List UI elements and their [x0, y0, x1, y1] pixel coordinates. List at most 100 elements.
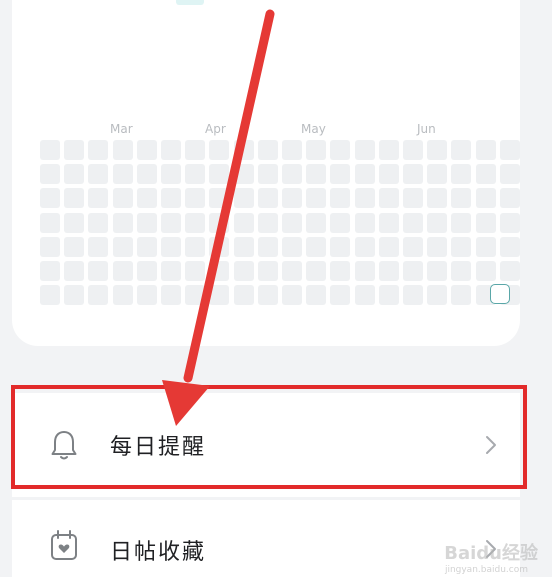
- heatmap-day-cell: [40, 285, 60, 306]
- heatmap-day-cell: [354, 261, 375, 281]
- heatmap-day-cell: [88, 188, 109, 209]
- heatmap-day-cell: [209, 140, 230, 160]
- heatmap-day-cell: [378, 140, 399, 160]
- heatmap-day-cell: [233, 140, 254, 160]
- heatmap-day-cell: [306, 261, 327, 281]
- heatmap-day-cell: [451, 140, 472, 160]
- heatmap-day-cell: [257, 212, 278, 233]
- month-label-apr: Apr: [205, 122, 226, 136]
- heatmap-day-cell: [451, 164, 472, 185]
- heatmap-day-cell: [451, 236, 472, 257]
- heatmap-day-cell: [64, 164, 85, 185]
- heatmap-day-cell: [257, 261, 278, 281]
- heatmap-day-cell: [112, 261, 133, 281]
- heatmap-day-cell: [161, 188, 181, 209]
- heatmap-day-cell: [330, 140, 351, 160]
- heatmap-day-cell: [64, 236, 85, 257]
- heatmap-day-cell: [209, 285, 230, 306]
- heatmap-day-cell: [136, 285, 157, 306]
- heatmap-day-cell: [306, 236, 327, 257]
- saved-posts-label: 日帖收藏: [110, 540, 207, 565]
- bell-icon: [51, 431, 77, 460]
- heatmap-day-cell: [257, 285, 278, 306]
- heatmap-day-cell: [427, 261, 448, 281]
- heatmap-day-cell: [185, 261, 206, 281]
- heatmap-day-cell: [427, 236, 448, 257]
- heatmap-day-cell: [354, 164, 375, 185]
- heatmap-day-cell: [209, 236, 230, 257]
- heatmap-day-cell: [209, 164, 230, 185]
- heatmap-day-cell: [257, 164, 278, 185]
- heatmap-day-cell: [209, 261, 230, 281]
- daily-reminder-label: 每日提醒: [110, 435, 207, 460]
- heatmap-day-cell: [136, 140, 157, 160]
- heatmap-day-cell: [64, 188, 85, 209]
- heatmap-day-cell: [185, 236, 206, 257]
- heatmap-day-cell: [378, 261, 399, 281]
- heatmap-day-cell: [403, 285, 423, 306]
- heatmap-day-cell: [378, 236, 399, 257]
- heatmap-day-cell: [112, 212, 133, 233]
- month-label-may: May: [301, 122, 326, 136]
- heatmap-day-cell: [233, 236, 254, 257]
- heatmap-day-cell: [330, 188, 351, 209]
- heatmap-day-cell: [112, 285, 133, 306]
- month-label-mar: Mar: [110, 122, 133, 136]
- heatmap-day-cell: [475, 164, 496, 185]
- saved-posts-row[interactable]: 日帖收藏: [12, 500, 520, 577]
- heatmap-day-cell: [185, 188, 206, 209]
- heatmap-day-cell: [136, 261, 157, 281]
- heatmap-day-cell: [233, 261, 254, 281]
- heatmap-day-cell: [306, 188, 327, 209]
- heatmap-day-cell: [427, 212, 448, 233]
- heatmap-day-cell: [378, 212, 399, 233]
- heatmap-day-cell: [161, 285, 181, 306]
- heatmap-day-cell: [306, 212, 327, 233]
- heatmap-day-cell: [233, 285, 254, 306]
- heatmap-day-cell: [330, 212, 351, 233]
- heatmap-day-cell: [451, 188, 472, 209]
- heatmap-day-cell: [330, 261, 351, 281]
- heatmap-day-cell: [282, 236, 302, 257]
- heatmap-day-cell: [451, 285, 472, 306]
- heatmap-day-cell: [499, 164, 520, 185]
- heatmap-day-cell: [257, 188, 278, 209]
- heatmap-day-cell: [64, 285, 85, 306]
- heatmap-day-cell: [136, 236, 157, 257]
- heatmap-day-cell: [499, 261, 520, 281]
- heatmap-day-cell: [475, 261, 496, 281]
- heatmap-day-cell: [451, 261, 472, 281]
- heatmap-day-cell: [233, 212, 254, 233]
- heatmap-day-cell: [403, 140, 423, 160]
- heatmap-day-cell: [40, 188, 60, 209]
- heatmap-day-cell: [475, 236, 496, 257]
- heatmap-day-cell: [112, 188, 133, 209]
- daily-reminder-row[interactable]: 每日提醒: [12, 393, 520, 497]
- heatmap-day-cell: [330, 285, 351, 306]
- heatmap-day-cell: [306, 140, 327, 160]
- watermark-subtext: jingyan.baidu.com: [444, 565, 528, 575]
- heatmap-day-cell: [427, 164, 448, 185]
- heatmap-day-cell: [185, 164, 206, 185]
- baidu-jingyan-watermark: Baidu经验: [444, 543, 538, 564]
- heatmap-day-cell: [499, 212, 520, 233]
- heatmap-day-cell: [427, 285, 448, 306]
- heatmap-day-cell: [354, 285, 375, 306]
- heatmap-day-cell: [88, 164, 109, 185]
- scroll-indicator: [176, 0, 204, 5]
- heatmap-day-cell: [403, 236, 423, 257]
- heatmap-day-cell: [88, 140, 109, 160]
- heatmap-day-cell: [403, 188, 423, 209]
- heatmap-day-cell: [257, 236, 278, 257]
- heatmap-day-cell: [185, 212, 206, 233]
- heatmap-day-cell: [378, 285, 399, 306]
- heatmap-day-cell: [136, 164, 157, 185]
- heatmap-day-cell: [64, 261, 85, 281]
- heatmap-day-cell: [354, 140, 375, 160]
- heatmap-day-cell: [282, 285, 302, 306]
- heatmap-day-cell: [282, 140, 302, 160]
- heatmap-day-cell: [161, 212, 181, 233]
- heatmap-day-cell-active: [490, 284, 510, 304]
- heatmap-day-cell: [282, 164, 302, 185]
- heatmap-day-cell: [427, 140, 448, 160]
